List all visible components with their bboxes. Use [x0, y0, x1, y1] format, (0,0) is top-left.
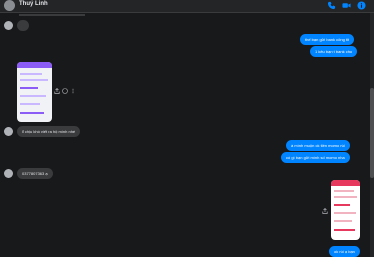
- image-header-bar: [331, 180, 360, 186]
- image-row: [20, 103, 40, 105]
- contact-name[interactable]: Thuý Linh: [19, 1, 48, 7]
- image-row: [334, 220, 352, 222]
- image-row: [334, 196, 357, 198]
- image-row: [334, 212, 356, 214]
- more-icon[interactable]: [70, 88, 76, 94]
- scrollbar-thumb[interactable]: [370, 88, 374, 178]
- avatar: [4, 169, 13, 178]
- image-row: [334, 204, 350, 206]
- message-out-5[interactable]: ok rùi ạ bạn: [329, 246, 360, 257]
- image-attachment-in[interactable]: [17, 62, 52, 122]
- message-out-2[interactable]: 1 kêu bạn t bank cho: [310, 46, 358, 57]
- message-in-2[interactable]: lỉ chịu khó viết ra hộ mình nhé: [17, 126, 81, 137]
- emoji-icon[interactable]: [62, 88, 68, 94]
- image-row: [20, 95, 46, 97]
- info-icon[interactable]: [357, 1, 366, 10]
- share-icon[interactable]: [54, 88, 60, 94]
- chat-header: Thuý Linh: [0, 0, 374, 13]
- message-in-1[interactable]: [17, 20, 29, 31]
- message-out-1[interactable]: thế bạn gửi bank công tit: [300, 34, 355, 45]
- message-out-3[interactable]: à mình muộn ck tiền momo rùi: [286, 140, 350, 151]
- image-header-bar: [17, 62, 52, 68]
- image-row: [20, 73, 42, 75]
- image-row: [20, 112, 44, 114]
- avatar: [4, 21, 13, 30]
- share-icon[interactable]: [322, 208, 328, 214]
- header-actions: [327, 1, 366, 10]
- image-row: [334, 190, 354, 192]
- image-row: [334, 229, 355, 231]
- contact-avatar[interactable]: [4, 0, 15, 11]
- video-icon[interactable]: [342, 1, 351, 10]
- message-in-3[interactable]: 0377807363 ạ: [17, 168, 53, 179]
- message-actions: [54, 88, 76, 94]
- avatar: [4, 127, 13, 136]
- message-placeholder-line: [19, 14, 85, 16]
- phone-icon[interactable]: [327, 1, 336, 10]
- image-row: [20, 79, 48, 81]
- image-row: [20, 87, 38, 89]
- message-out-4[interactable]: có gì bạn gửi mình số momo nha: [281, 152, 350, 163]
- image-attachment-out[interactable]: [331, 180, 360, 240]
